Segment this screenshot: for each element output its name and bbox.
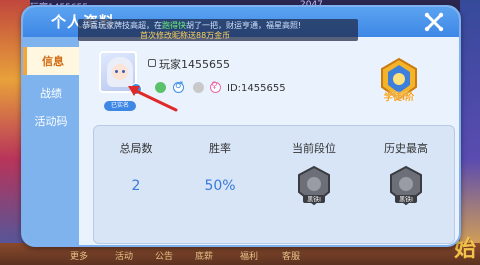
marquee-text-c: 胡了一把 <box>186 21 218 30</box>
marquee-game-name: 跑得快 <box>162 21 186 30</box>
stats-card: 总局数 2 胜率 50% 当前段位 黑铁I 历史最高 黑铁I <box>93 125 455 244</box>
profile-dialog: 个人资料 信息 战绩 活动码 已实名 玩家1455655 <box>21 5 461 247</box>
user-id: ID:1455655 <box>227 83 286 94</box>
close-x-icon <box>424 12 444 32</box>
stat-value-win-rate: 50% <box>204 178 236 194</box>
highest-rank-label: 黑铁I <box>399 196 413 204</box>
black-iron-rank-icon: 黑铁I <box>390 165 422 206</box>
black-iron-rank-icon: 黑铁I <box>298 165 330 206</box>
close-button[interactable] <box>423 11 445 33</box>
marquee-text-b: 牌技高超，在 <box>114 21 162 30</box>
background-right-scenery <box>460 0 480 265</box>
female-radio[interactable] <box>193 82 204 93</box>
username: 玩家1455655 <box>159 58 230 71</box>
verified-badge: 已实名 <box>104 101 136 111</box>
stat-value-total-games: 2 <box>131 178 141 194</box>
bottom-tab-welfare[interactable]: 福利 <box>240 249 258 262</box>
stat-header-current-rank: 当前段位 <box>292 142 336 155</box>
male-icon: ♂ <box>175 81 184 91</box>
tab-activity-code[interactable]: 活动码 <box>23 107 79 135</box>
online-status-icon <box>155 82 166 93</box>
current-rank-label: 黑铁I <box>307 196 321 204</box>
tab-info[interactable]: 信息 <box>23 47 79 75</box>
bottom-tab-service[interactable]: 客服 <box>282 249 300 262</box>
announcement-line-2: 首次修改昵称送88万金币 <box>140 31 231 40</box>
pencil-icon <box>133 86 139 92</box>
bottom-tab-activity[interactable]: 活动 <box>115 249 133 262</box>
announcement-marquee: 恭喜玩家牌技高超，在跑得快胡了一把，财运亨通，福星高照! 首次修改昵称送88万金… <box>78 19 358 41</box>
bottom-tab-more[interactable]: 更多 <box>70 249 88 262</box>
stat-header-highest-rank: 历史最高 <box>384 142 428 155</box>
avatar-edit-button[interactable] <box>130 83 142 95</box>
bottom-tab-notice[interactable]: 公告 <box>155 249 173 262</box>
stat-header-win-rate: 胜率 <box>209 142 231 155</box>
user-icon <box>148 59 156 67</box>
rank-badge-label: 学徒I阶 <box>383 93 415 103</box>
tab-records[interactable]: 战绩 <box>23 79 79 107</box>
marquee-text-a: 恭喜玩家 <box>82 21 114 30</box>
stat-header-total-games: 总局数 <box>119 142 153 155</box>
marquee-text-d: ，财运亨通，福星高照! <box>218 21 302 30</box>
side-tab-bar: 信息 战绩 活动码 <box>23 37 79 245</box>
female-icon: ♀ <box>211 81 218 91</box>
bottom-tab-salary[interactable]: 底薪 <box>195 249 213 262</box>
game-screen: 玩家1455655 2047 更多 活动 公告 底薪 福利 客服 始 个人资料 … <box>0 0 480 265</box>
